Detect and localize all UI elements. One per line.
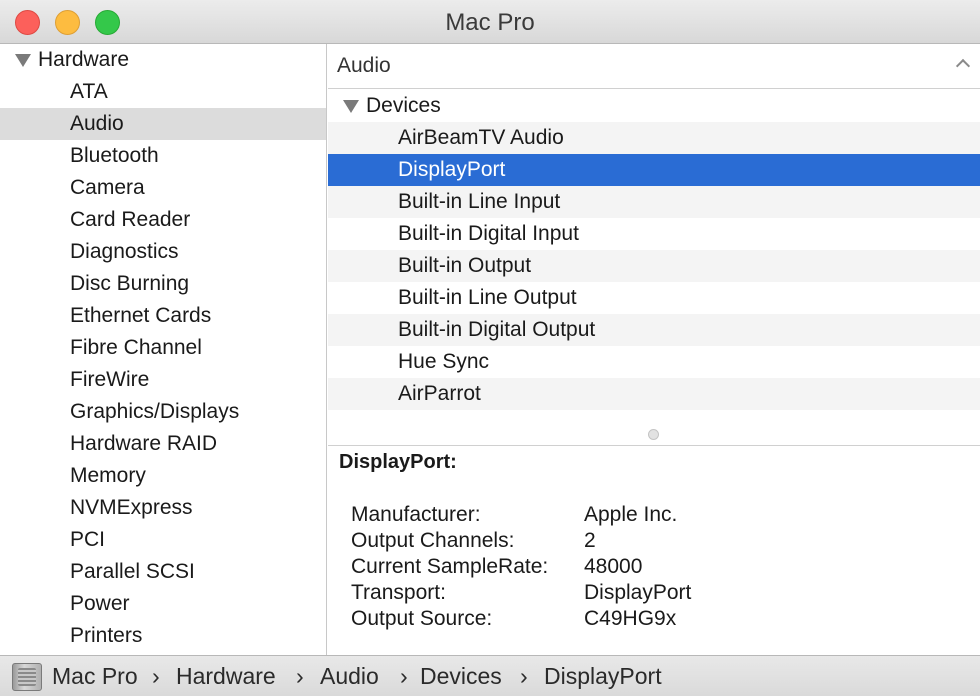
breadcrumb-item[interactable]: Mac Pro	[52, 656, 138, 696]
sidebar-item-audio[interactable]: Audio	[0, 108, 326, 140]
sidebar-item-fibre-channel[interactable]: Fibre Channel	[0, 332, 326, 364]
list-item-label: Built-in Digital Input	[398, 222, 579, 245]
detail-title: DisplayPort:	[339, 451, 457, 473]
detail-pane: DisplayPort: Manufacturer: Apple Inc. Outp…	[328, 446, 980, 655]
detail-row: Transport: DisplayPort	[351, 580, 971, 606]
breadcrumb-separator: ›	[400, 663, 408, 689]
list-item[interactable]: Built-in Digital Output	[328, 314, 980, 346]
sidebar-item-label: Ethernet Cards	[70, 304, 212, 327]
sidebar-item-label: Power	[70, 592, 130, 615]
detail-row: Output Channels: 2	[351, 528, 971, 554]
list-item-label: Built-in Line Input	[398, 190, 561, 213]
detail-value: Apple Inc.	[584, 503, 678, 526]
sidebar-item-ethernet-cards[interactable]: Ethernet Cards	[0, 300, 326, 332]
path-bar: Mac Pro › Hardware › Audio › Devices › DisplayPo…	[0, 655, 980, 696]
sidebar-item-label: FireWire	[70, 368, 150, 391]
splitter-handle[interactable]	[648, 429, 659, 440]
list-item[interactable]: Built-in Digital Input	[328, 218, 980, 250]
sidebar-item-ata[interactable]: ATA	[0, 76, 326, 108]
pane-splitter[interactable]	[328, 424, 980, 446]
breadcrumb-item[interactable]: Hardware	[176, 656, 276, 696]
breadcrumb-item[interactable]: Audio	[320, 656, 379, 696]
sidebar-item-camera[interactable]: Camera	[0, 172, 326, 204]
chevron-up-icon[interactable]	[955, 58, 971, 74]
sidebar-item-label: Disc Burning	[70, 272, 190, 295]
sidebar: Hardware ATA Audio Bluetooth Camera Card Rea…	[0, 44, 327, 655]
title-bar: Mac Pro	[0, 0, 980, 44]
list-item[interactable]: Built-in Output	[328, 250, 980, 282]
breadcrumb-item[interactable]: DisplayPort	[544, 656, 662, 696]
detail-row: Manufacturer: Apple Inc.	[351, 502, 971, 528]
list-item-label: AirParrot	[398, 382, 481, 405]
sidebar-item-power[interactable]: Power	[0, 588, 326, 620]
list-item-label: Hue Sync	[398, 350, 490, 373]
mac-pro-icon	[12, 663, 42, 691]
sidebar-item-label: Audio	[70, 112, 124, 135]
breadcrumb-separator: ›	[296, 663, 304, 689]
detail-key: Current SampleRate:	[351, 555, 549, 578]
detail-key: Output Channels:	[351, 529, 515, 552]
sidebar-item-firewire[interactable]: FireWire	[0, 364, 326, 396]
sidebar-item-label: Bluetooth	[70, 144, 159, 167]
sidebar-item-label: Printers	[70, 624, 143, 647]
list-item-label: Built-in Output	[398, 254, 532, 277]
sidebar-group-hardware[interactable]: Hardware	[0, 44, 326, 76]
list-item-label: AirBeamTV Audio	[398, 126, 564, 149]
sidebar-item-disc-burning[interactable]: Disc Burning	[0, 268, 326, 300]
sidebar-item-label: Camera	[70, 176, 145, 199]
sidebar-item-diagnostics[interactable]: Diagnostics	[0, 236, 326, 268]
sidebar-item-label: Parallel SCSI	[70, 560, 195, 583]
sidebar-item-graphics-displays[interactable]: Graphics/Displays	[0, 396, 326, 428]
list-item-label: DisplayPort	[398, 158, 506, 181]
sidebar-item-hardware-raid[interactable]: Hardware RAID	[0, 428, 326, 460]
device-list[interactable]: Devices AirBeamTV Audio DisplayPort Built-…	[328, 90, 980, 454]
detail-key: Output Source:	[351, 607, 493, 630]
sidebar-item-card-reader[interactable]: Card Reader	[0, 204, 326, 236]
section-title: Audio	[337, 54, 391, 77]
list-item[interactable]: Built-in Line Output	[328, 282, 980, 314]
detail-value: 2	[584, 529, 596, 552]
sidebar-item-nvmexpress[interactable]: NVMExpress	[0, 492, 326, 524]
detail-key: Manufacturer:	[351, 503, 481, 526]
sidebar-item-label: Hardware RAID	[70, 432, 218, 455]
list-item-label: Built-in Digital Output	[398, 318, 596, 341]
content-pane: Audio Devices AirBeamTV Audio DisplayPort…	[328, 44, 980, 655]
detail-value: 48000	[584, 555, 643, 578]
list-item[interactable]: Hue Sync	[328, 346, 980, 378]
window-title: Mac Pro	[445, 9, 535, 36]
sidebar-item-bluetooth[interactable]: Bluetooth	[0, 140, 326, 172]
disclosure-triangle-icon[interactable]	[15, 54, 31, 67]
detail-row: Output Source: C49HG9x	[351, 606, 971, 632]
sidebar-item-memory[interactable]: Memory	[0, 460, 326, 492]
section-header: Audio	[328, 44, 980, 89]
sidebar-item-pci[interactable]: PCI	[0, 524, 326, 556]
breadcrumb-separator: ›	[520, 663, 528, 689]
sidebar-item-printers[interactable]: Printers	[0, 620, 326, 652]
detail-value: C49HG9x	[584, 607, 677, 630]
sidebar-item-label: Card Reader	[70, 208, 191, 231]
disclosure-triangle-icon[interactable]	[343, 100, 359, 113]
sidebar-item-label: Diagnostics	[70, 240, 179, 263]
sidebar-item-label: Memory	[70, 464, 146, 487]
list-item-label: Built-in Line Output	[398, 286, 577, 309]
breadcrumb-item[interactable]: Devices	[420, 656, 502, 696]
sidebar-item-label: ATA	[70, 80, 108, 103]
breadcrumb-separator: ›	[152, 663, 160, 689]
list-group-devices[interactable]: Devices	[328, 90, 980, 122]
list-item[interactable]: DisplayPort	[328, 154, 980, 186]
detail-key: Transport:	[351, 581, 446, 604]
list-item[interactable]: AirParrot	[328, 378, 980, 410]
list-group-label: Devices	[366, 94, 441, 117]
sidebar-item-label: NVMExpress	[70, 496, 193, 519]
sidebar-item-label: PCI	[70, 528, 106, 551]
sidebar-item-label: Graphics/Displays	[70, 400, 240, 423]
detail-row: Current SampleRate: 48000	[351, 554, 971, 580]
list-item[interactable]: Built-in Line Input	[328, 186, 980, 218]
list-item[interactable]: AirBeamTV Audio	[328, 122, 980, 154]
sidebar-item-parallel-scsi[interactable]: Parallel SCSI	[0, 556, 326, 588]
sidebar-item-label: Fibre Channel	[70, 336, 202, 359]
detail-value: DisplayPort	[584, 581, 692, 604]
sidebar-group-label: Hardware	[38, 48, 130, 71]
